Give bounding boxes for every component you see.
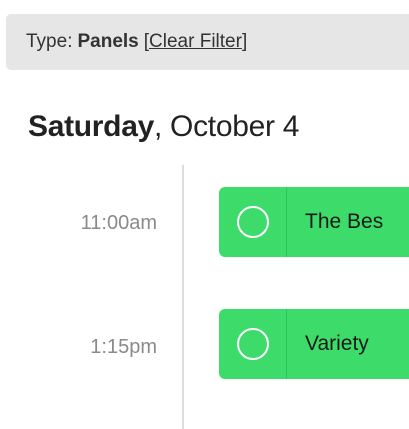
circle-icon	[236, 206, 269, 238]
day-date: , October 4	[153, 110, 300, 143]
circle-icon	[236, 328, 269, 360]
event-time: 1:15pm	[90, 336, 157, 358]
event-card[interactable]: The Bes	[219, 187, 409, 257]
timeline-divider	[182, 165, 184, 429]
clear-filter-link[interactable]: Clear Filter	[149, 31, 242, 53]
event-card[interactable]: Variety	[219, 309, 409, 379]
day-heading: Saturday, October 4	[28, 110, 299, 144]
event-title: The Bes	[305, 210, 384, 233]
event-select-toggle[interactable]	[219, 187, 287, 257]
filter-type-value: Panels	[77, 31, 139, 52]
filter-close-bracket: ]	[241, 31, 248, 52]
day-weekday: Saturday	[28, 110, 154, 143]
schedule-page: Type: Panels [Clear Filter] Saturday, Oc…	[0, 0, 409, 429]
event-title: Variety	[305, 332, 369, 355]
filter-type-label: Type:	[26, 31, 73, 52]
event-time: 11:00am	[80, 212, 157, 234]
filter-bar: Type: Panels [Clear Filter]	[6, 14, 409, 70]
event-select-toggle[interactable]	[219, 309, 287, 379]
